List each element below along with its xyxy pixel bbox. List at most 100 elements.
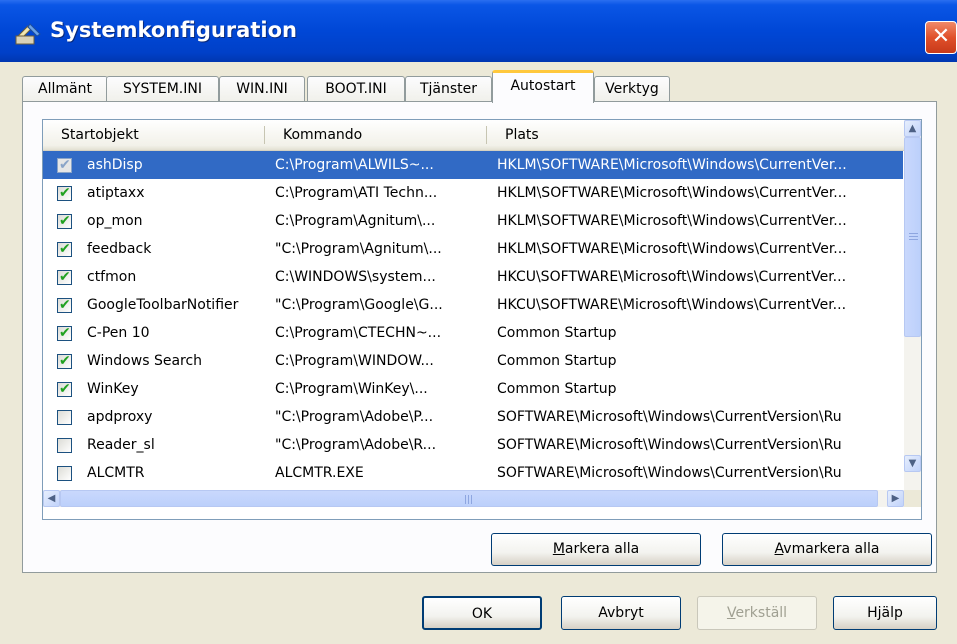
table-row[interactable]: ALCMTR ALCMTR.EXE SOFTWARE\Microsoft\Windo… [43, 459, 903, 487]
startup-command: C:\Program\ATI Techn... [275, 185, 438, 201]
table-row[interactable]: ✔ C-Pen 10 C:\Program\CTECHN~... Common Sta… [43, 319, 903, 347]
column-header-startobjekt[interactable]: Startobjekt [43, 120, 265, 150]
startup-name: feedback [87, 241, 152, 257]
startup-command: C:\Program\CTECHN~... [275, 325, 442, 341]
chevron-down-icon: ▼ [908, 458, 917, 469]
close-button[interactable]: ✕ [925, 21, 957, 54]
startup-list[interactable]: Startobjekt Kommando Plats ✔ ashDisp C:\Pr… [42, 119, 922, 520]
column-header-kommando[interactable]: Kommando [265, 120, 487, 150]
scroll-up-button[interactable]: ▲ [904, 120, 921, 137]
startup-location: HKLM\SOFTWARE\Microsoft\Windows\CurrentV… [497, 213, 847, 229]
startup-command: C:\Program\Agnitum\... [275, 213, 436, 229]
tab-tjanster[interactable]: Tjänster [405, 76, 492, 102]
horizontal-scroll-thumb[interactable] [60, 490, 878, 507]
startup-name: op_mon [87, 213, 143, 229]
startup-command: ALCMTR.EXE [275, 465, 364, 481]
checkmark-icon: ✔ [59, 381, 71, 397]
tab-win-ini[interactable]: WIN.INI [219, 76, 305, 102]
startup-checkbox[interactable] [57, 410, 72, 425]
select-all-label: arkera alla [564, 541, 640, 557]
grip-line [909, 239, 918, 240]
close-icon: ✕ [931, 24, 951, 49]
grip-line [465, 495, 466, 504]
table-row[interactable]: ✔ ctfmon C:\WINDOWS\system... HKCU\SOFTWARE… [43, 263, 903, 291]
table-row[interactable]: ✔ feedback "C:\Program\Agnitum\... HKLM\SOF… [43, 235, 903, 263]
startup-location: Common Startup [497, 325, 617, 341]
chevron-right-icon: ▶ [891, 493, 900, 504]
table-row[interactable]: ✔ ashDisp C:\Program\ALWILS~... HKLM\SOFTWA… [43, 151, 903, 179]
startup-checkbox[interactable]: ✔ [57, 213, 72, 229]
checkmark-icon: ✔ [59, 325, 71, 341]
startup-checkbox[interactable]: ✔ [57, 241, 72, 257]
help-button[interactable]: Hjälp [833, 596, 937, 630]
startup-name: GoogleToolbarNotifier [87, 297, 239, 313]
startup-command: "C:\Program\Google\G... [275, 297, 443, 313]
startup-command: C:\Program\WinKey\... [275, 381, 428, 397]
startup-name: Reader_sl [87, 437, 155, 453]
grip-line [909, 233, 918, 234]
startup-location: SOFTWARE\Microsoft\Windows\CurrentVersio… [497, 437, 842, 453]
startup-name: atiptaxx [87, 185, 145, 201]
tab-system-ini[interactable]: SYSTEM.INI [106, 76, 219, 102]
column-header-plats[interactable]: Plats [487, 120, 903, 150]
table-row[interactable]: ✔ atiptaxx C:\Program\ATI Techn... HKLM\SOF… [43, 179, 903, 207]
startup-name: ctfmon [87, 269, 137, 285]
table-row[interactable]: apdproxy "C:\Program\Adobe\P... SOFTWARE\M… [43, 403, 903, 431]
vertical-scroll-thumb[interactable] [904, 137, 921, 337]
startup-location: Common Startup [497, 381, 617, 397]
title-bar[interactable]: Systemkonfiguration ✕ [0, 0, 957, 62]
apply-label: erkställ [735, 605, 788, 621]
table-row[interactable]: ✔ op_mon C:\Program\Agnitum\... HKLM\SOFTWA… [43, 207, 903, 235]
checkmark-icon: ✔ [59, 185, 71, 201]
table-row[interactable]: ✔ GoogleToolbarNotifier "C:\Program\Google… [43, 291, 903, 319]
startup-checkbox[interactable] [57, 466, 72, 481]
table-row[interactable]: Reader_sl "C:\Program\Adobe\R... SOFTWARE\… [43, 431, 903, 459]
list-rows: ✔ ashDisp C:\Program\ALWILS~... HKLM\SOFTWA… [43, 151, 903, 490]
startup-checkbox[interactable] [57, 438, 72, 453]
horizontal-scrollbar[interactable]: ◀ ▶ [43, 490, 904, 507]
scroll-right-button[interactable]: ▶ [887, 490, 904, 507]
select-all-button[interactable]: Markera alla [491, 533, 701, 566]
startup-location: HKCU\SOFTWARE\Microsoft\Windows\CurrentV… [497, 297, 847, 313]
startup-checkbox[interactable]: ✔ [57, 381, 72, 397]
startup-location: HKLM\SOFTWARE\Microsoft\Windows\CurrentV… [497, 157, 847, 173]
ok-button[interactable]: OK [422, 596, 542, 630]
startup-checkbox[interactable]: ✔ [57, 269, 72, 285]
msconfig-icon [15, 23, 41, 45]
startup-name: ashDisp [87, 157, 143, 173]
startup-location: Common Startup [497, 353, 617, 369]
startup-checkbox[interactable]: ✔ [57, 353, 72, 369]
cancel-button[interactable]: Avbryt [561, 596, 681, 630]
startup-location: SOFTWARE\Microsoft\Windows\CurrentVersio… [497, 409, 842, 425]
tab-boot-ini[interactable]: BOOT.INI [307, 76, 405, 102]
scroll-left-button[interactable]: ◀ [43, 490, 60, 507]
scrollbar-corner [904, 490, 921, 507]
grip-line [468, 495, 469, 504]
startup-name: ALCMTR [87, 465, 145, 481]
checkmark-icon: ✔ [59, 297, 71, 313]
checkmark-icon: ✔ [59, 241, 71, 257]
tab-allmant[interactable]: Allmänt [22, 76, 108, 102]
startup-checkbox[interactable]: ✔ [57, 185, 72, 201]
deselect-all-button[interactable]: Avmarkera alla [722, 533, 932, 566]
system-configuration-window: Systemkonfiguration ✕ Allmänt SYSTEM.INI… [0, 0, 957, 644]
scroll-down-button[interactable]: ▼ [904, 455, 921, 472]
startup-command: "C:\Program\Adobe\R... [275, 437, 437, 453]
table-row[interactable]: ✔ WinKey C:\Program\WinKey\... Common Start… [43, 375, 903, 403]
startup-checkbox[interactable]: ✔ [57, 297, 72, 313]
tab-verktyg[interactable]: Verktyg [594, 76, 670, 102]
startup-location: HKCU\SOFTWARE\Microsoft\Windows\CurrentV… [497, 269, 847, 285]
vertical-scrollbar[interactable]: ▲ ▼ [904, 120, 921, 490]
startup-command: C:\Program\WINDOW... [275, 353, 434, 369]
tab-autostart[interactable]: Autostart [492, 70, 594, 103]
startup-location: SOFTWARE\Microsoft\Windows\CurrentVersio… [497, 465, 842, 481]
table-row[interactable]: ✔ Windows Search C:\Program\WINDOW... Commo… [43, 347, 903, 375]
deselect-all-accesskey: A [774, 541, 784, 557]
list-header: Startobjekt Kommando Plats [43, 120, 921, 151]
startup-checkbox[interactable]: ✔ [57, 157, 72, 173]
startup-checkbox[interactable]: ✔ [57, 325, 72, 341]
checkmark-icon: ✔ [59, 213, 71, 229]
select-all-accesskey: M [552, 541, 565, 557]
checkmark-icon: ✔ [59, 353, 71, 369]
startup-name: apdproxy [87, 409, 153, 425]
